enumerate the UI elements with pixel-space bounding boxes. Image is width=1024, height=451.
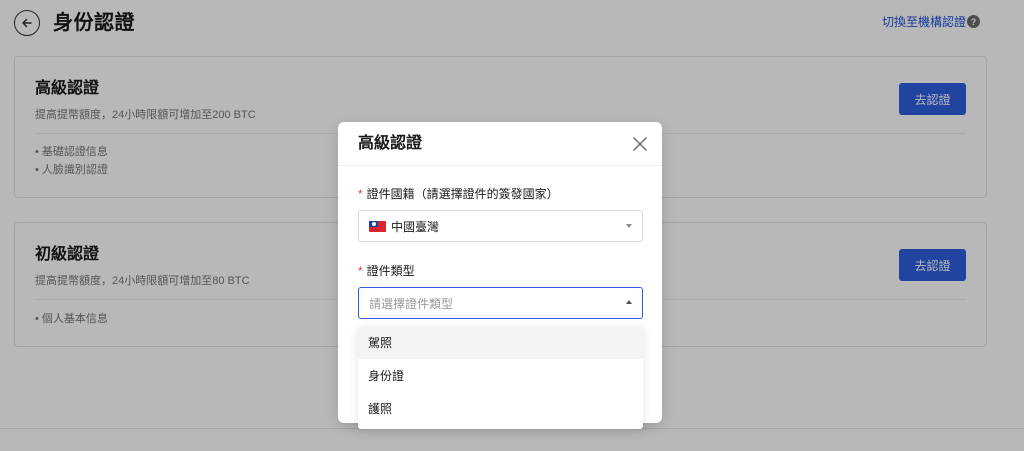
doc-type-label-text: 證件類型 [366, 264, 415, 278]
caret-down-icon [626, 224, 632, 228]
nationality-label-text: 證件國籍（請選擇證件的簽發國家） [366, 187, 559, 201]
option-drivers-license[interactable]: 駕照 [358, 327, 643, 359]
doc-type-dropdown: 駕照 身份證 護照 [358, 327, 643, 429]
nationality-select[interactable]: 中國臺灣 [358, 210, 643, 242]
modal-header: 高級認證 [338, 122, 662, 166]
required-mark: * [358, 187, 363, 201]
taiwan-flag-icon [369, 221, 386, 232]
nationality-value: 中國臺灣 [391, 220, 440, 234]
doc-type-placeholder: 請選擇證件類型 [369, 297, 454, 311]
doc-type-select[interactable]: 請選擇證件類型 [358, 287, 643, 319]
modal-title: 高級認證 [358, 135, 423, 152]
required-mark: * [358, 264, 363, 278]
option-passport[interactable]: 護照 [358, 393, 643, 425]
option-id-card[interactable]: 身份證 [358, 360, 643, 392]
nationality-label: * 證件國籍（請選擇證件的簽發國家） [358, 186, 559, 202]
doc-type-label: * 證件類型 [358, 263, 415, 279]
caret-up-icon [626, 300, 632, 304]
close-icon[interactable] [632, 136, 648, 152]
